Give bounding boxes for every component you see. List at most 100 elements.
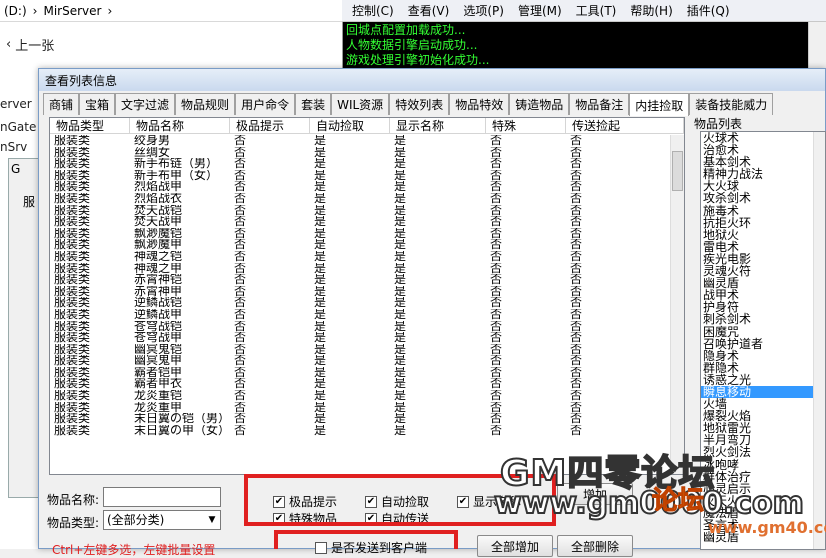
table-cell: 是: [314, 262, 327, 275]
table-cell: 否: [570, 424, 583, 437]
table-cell: 否: [570, 308, 583, 321]
table-row[interactable]: 服装类 龙炎重甲 否 是 是 否 否: [50, 402, 670, 414]
table-cell: 否: [234, 320, 247, 333]
column-header[interactable]: 物品名称: [130, 118, 230, 134]
tab-user-commands[interactable]: 用户命令: [235, 93, 296, 115]
menu-view[interactable]: 查看(V): [408, 2, 450, 19]
table-row[interactable]: 服装类 苍穹战铠 否 是 是 否 否: [50, 321, 670, 333]
table-row[interactable]: 服装类 幽冥鬼铠 否 是 是 否 否: [50, 344, 670, 356]
table-row[interactable]: 服装类 神魂之铠 否 是 是 否 否: [50, 251, 670, 263]
list-item[interactable]: 烈火剑法: [701, 446, 825, 458]
console-log: 回城点配置加载成功... 人物数据引擎启动成功... 游戏处理引擎初始化成功..…: [346, 23, 816, 73]
tab-chest[interactable]: 宝箱: [79, 93, 116, 115]
address-bar[interactable]: (D:) › MirServer ›: [0, 0, 342, 22]
table-cell: 否: [570, 169, 583, 182]
list-item[interactable]: 冰咆哮: [701, 458, 825, 470]
item-name-input[interactable]: [103, 487, 221, 507]
tab-item-rules[interactable]: 物品规则: [175, 93, 236, 115]
table-cell: 否: [490, 204, 503, 217]
column-header[interactable]: 显示名称: [390, 118, 486, 134]
tab-suits[interactable]: 套装: [295, 93, 332, 115]
back-button[interactable]: ‹ 上一张: [0, 30, 70, 58]
list-item[interactable]: 刺杀剑术: [701, 313, 825, 325]
background-window-title: G: [11, 162, 21, 176]
tab-word-filter[interactable]: 文字过滤: [115, 93, 176, 115]
add-all-button[interactable]: 全部增加: [477, 535, 553, 557]
column-header[interactable]: 传送捡起: [566, 118, 684, 134]
table-cell: 服装类: [54, 204, 91, 217]
menu-manage[interactable]: 管理(M): [518, 2, 562, 19]
column-header[interactable]: 自动捡取: [310, 118, 390, 134]
list-item[interactable]: 攻杀剑术: [701, 192, 825, 204]
list-item[interactable]: 隐身术: [701, 350, 825, 362]
list-item[interactable]: 召唤护道者: [701, 337, 825, 349]
menu-options[interactable]: 选项(P): [463, 2, 504, 19]
side-item[interactable]: nSrv: [0, 140, 40, 154]
table-row[interactable]: 服装类 幽冥鬼甲 否 是 是 否 否: [50, 355, 670, 367]
side-item[interactable]: nGate: [0, 120, 40, 134]
table-cell: 否: [570, 146, 583, 159]
table-row[interactable]: 服装类 逆鳞战甲 否 是 是 否 否: [50, 309, 670, 321]
tab-forge-items[interactable]: 铸造物品: [509, 93, 570, 115]
table-row[interactable]: 服装类 赤霄神甲 否 是 是 否 否: [50, 286, 670, 298]
delete-all-button[interactable]: 全部删除: [557, 535, 633, 557]
table-scrollbar[interactable]: [670, 135, 684, 474]
table-row[interactable]: 服装类 新手布链（男） 否 是 是 否 否: [50, 158, 670, 170]
column-header[interactable]: 物品类型: [50, 118, 130, 134]
table-row[interactable]: 服装类 飘渺魔铠 否 是 是 否 否: [50, 228, 670, 240]
table-row[interactable]: 服装类 绞身男 否 是 是 否 否: [50, 135, 670, 147]
table-cell: 否: [234, 274, 247, 286]
list-item[interactable]: 抗拒火环: [701, 217, 825, 229]
table-row[interactable]: 服装类 丝绸女 否 是 是 否 否: [50, 147, 670, 159]
table-cell: 飘渺魔铠: [134, 227, 183, 240]
table-row[interactable]: 服装类 逆鳞战铠 否 是 是 否 否: [50, 297, 670, 309]
column-header[interactable]: 极品提示: [230, 118, 310, 134]
table-row[interactable]: 服装类 龙炎重铠 否 是 是 否 否: [50, 390, 670, 402]
tab-item-effects[interactable]: 物品特效: [449, 93, 510, 115]
list-scrollbar[interactable]: [813, 132, 825, 549]
table-cell: 否: [490, 216, 503, 228]
pickup-table[interactable]: 物品类型 物品名称 极品提示 自动捡取 显示名称 特殊 传送捡起 服装类 绞身男否…: [49, 117, 685, 475]
menu-plugins[interactable]: 插件(Q): [687, 2, 730, 19]
menu-tools[interactable]: 工具(T): [576, 2, 617, 19]
table-cell: 服装类: [54, 297, 91, 309]
table-row[interactable]: 服装类 烈焰战衣 否 是 是 否 否: [50, 193, 670, 205]
drive-label[interactable]: (D:): [4, 4, 27, 18]
tab-skill-power[interactable]: 装备技能威力: [689, 93, 774, 115]
menu-help[interactable]: 帮助(H): [630, 2, 672, 19]
tab-effect-list[interactable]: 特效列表: [389, 93, 450, 115]
table-cell: 是: [314, 308, 327, 321]
column-header[interactable]: 特殊: [486, 118, 566, 134]
table-row[interactable]: 服装类 新手布甲（女） 否 是 是 否 否: [50, 170, 670, 182]
tab-shop[interactable]: 商铺: [43, 93, 80, 115]
table-row[interactable]: 服装类 末日翼の铠（男） 否 是 是 否 否: [50, 413, 670, 425]
table-row[interactable]: 服装类 末日翼の甲（女） 否 是 是 否 否: [50, 425, 670, 437]
table-row[interactable]: 服装类 烈焰战甲 否 是 是 否 否: [50, 181, 670, 193]
table-row[interactable]: 服装类 霸者铠甲 否 是 是 否 否: [50, 367, 670, 379]
table-cell: 否: [234, 308, 247, 321]
side-item[interactable]: erver: [0, 97, 40, 111]
folder-label[interactable]: MirServer: [43, 4, 101, 18]
table-row[interactable]: 服装类 神魂之甲 否 是 是 否 否: [50, 263, 670, 275]
tab-auto-pickup[interactable]: 内挂捡取: [629, 93, 690, 116]
item-type-select[interactable]: (全部分类) ▼: [103, 510, 221, 530]
table-row[interactable]: 服装类 赤霄神铠 否 是 是 否 否: [50, 274, 670, 286]
tab-item-notes[interactable]: 物品备注: [569, 93, 630, 115]
menu-control[interactable]: 控制(C): [352, 2, 394, 19]
table-cell: 是: [394, 227, 407, 240]
list-item[interactable]: 施毒术: [701, 204, 825, 216]
tab-wil-resources[interactable]: WIL资源: [331, 93, 390, 115]
table-row[interactable]: 服装类 焚天战甲 否 是 是 否 否: [50, 216, 670, 228]
table-cell: 神魂之铠: [134, 250, 183, 263]
list-item[interactable]: 困魔咒: [701, 325, 825, 337]
table-cell: 否: [234, 169, 247, 182]
table-row[interactable]: 服装类 苍穹战甲 否 是 是 否 否: [50, 332, 670, 344]
table-row[interactable]: 服装类 霸者甲衣 否 是 是 否 否: [50, 378, 670, 390]
table-cell: 赤霄神甲: [134, 285, 183, 298]
table-row[interactable]: 服装类 飘渺魔甲 否 是 是 否 否: [50, 239, 670, 251]
table-cell: 否: [490, 135, 503, 147]
scroll-thumb[interactable]: [672, 151, 683, 191]
list-item[interactable]: 群体治疗: [701, 471, 825, 483]
log-line: 回城点配置加载成功...: [346, 23, 466, 37]
table-row[interactable]: 服装类 焚天战铠 否 是 是 否 否: [50, 205, 670, 217]
